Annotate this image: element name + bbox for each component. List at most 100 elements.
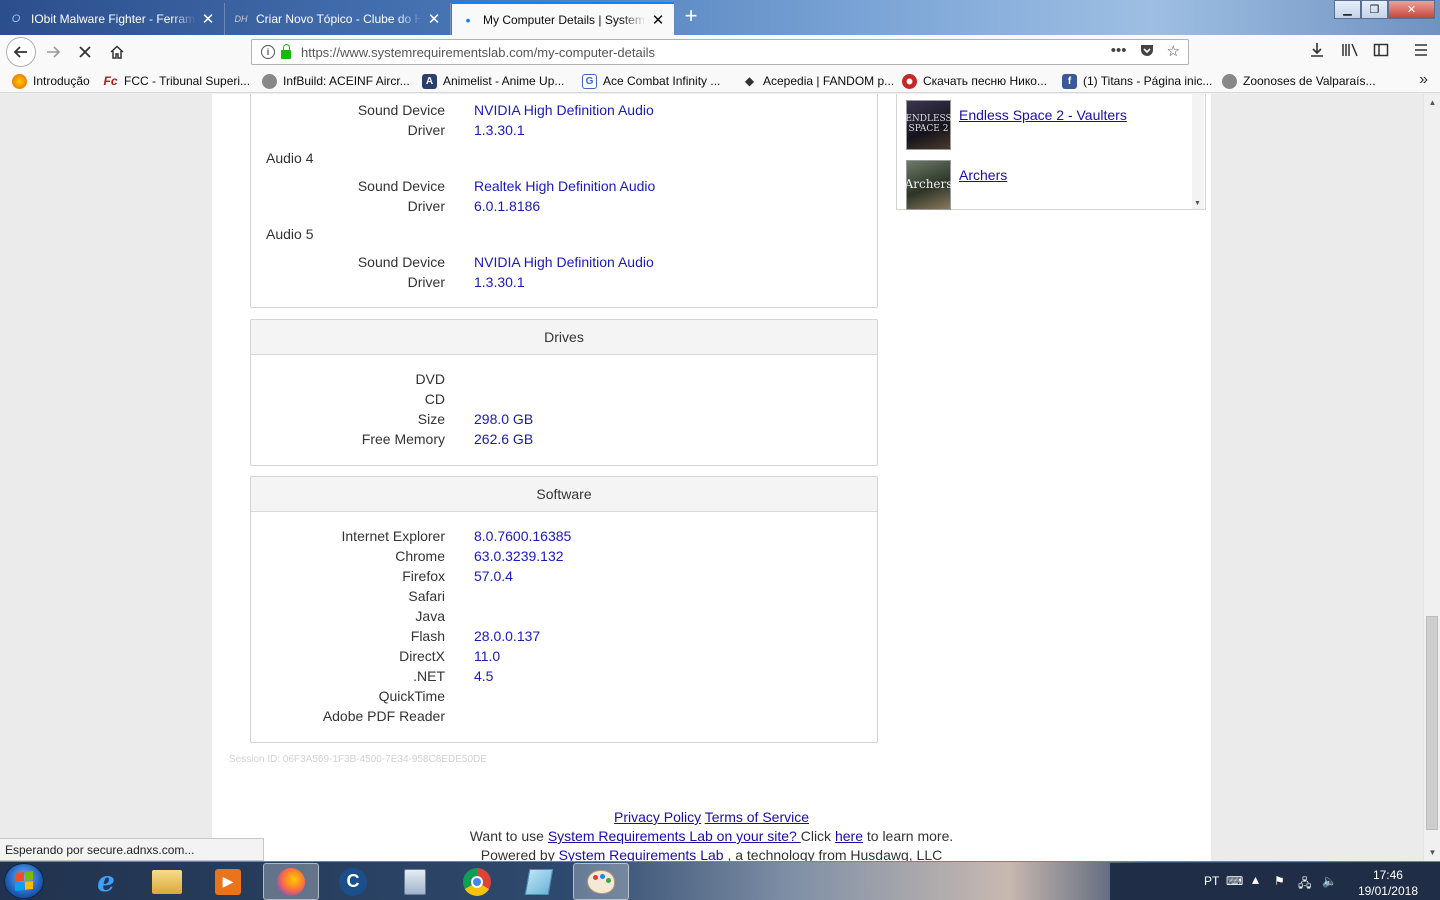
clock-time: 17:46 [1372, 868, 1403, 882]
bookmark-item[interactable]: Fc FCC - Tribunal Superi... [103, 72, 250, 90]
language-indicator[interactable]: PT [1204, 874, 1219, 888]
row-value: 8.0.7600.16385 [474, 528, 572, 544]
folder-icon [152, 869, 182, 894]
tab-label: IObit Malware Fighter - Ferramenta [31, 12, 196, 26]
page-body: Sound Device NVIDIA High Definition Audi… [212, 94, 1211, 861]
file-explorer-taskbar-button[interactable] [139, 863, 195, 900]
status-bar: Esperando por secure.adnxs.com... [0, 838, 264, 861]
url-input[interactable] [301, 44, 1081, 60]
row-value: 298.0 GB [474, 411, 534, 427]
bookmark-item[interactable]: f (1) Titans - Página inic... [1062, 72, 1212, 90]
chrome-taskbar-button[interactable] [449, 863, 505, 900]
volume-icon[interactable]: 🔈 [1322, 874, 1337, 888]
paint-taskbar-button[interactable] [573, 863, 629, 900]
bookmark-star-icon[interactable]: ☆ [1167, 42, 1180, 62]
srl-home-link[interactable]: System Requirements Lab [559, 847, 724, 861]
page-actions-icon[interactable]: ••• [1111, 42, 1127, 62]
notes-taskbar-button[interactable] [511, 863, 567, 900]
info-icon[interactable]: i [261, 45, 275, 59]
tab-system-requirements[interactable]: • My Computer Details | System Requireme… [452, 2, 674, 35]
info-row: Flash 28.0.0.137 [251, 628, 879, 648]
content-viewport: Sound Device NVIDIA High Definition Audi… [0, 94, 1423, 861]
thumbnail-text: ENDLESS SPACE 2 [905, 114, 952, 134]
scroll-up-icon[interactable]: ▲ [1424, 94, 1440, 111]
related-games-list: ENDLESS SPACE 2 Endless Space 2 - Vaulte… [896, 94, 1206, 210]
lock-icon[interactable] [281, 43, 291, 59]
new-tab-button[interactable]: + [678, 4, 704, 30]
pocket-icon[interactable] [1139, 42, 1155, 62]
ccleaner-taskbar-button[interactable]: C [325, 863, 381, 900]
tab-clube-hardware[interactable]: DH Criar Novo Tópico - Clube do Hardware… [225, 3, 451, 35]
network-icon[interactable]: 🖧 [1298, 874, 1311, 895]
menu-icon[interactable] [1413, 42, 1429, 63]
bookmark-item[interactable]: InfBuild: ACEINF Aircr... [262, 72, 410, 90]
stop-button[interactable] [71, 38, 99, 66]
software-card: Software Internet Explorer 8.0.7600.1638… [250, 476, 878, 743]
action-center-icon[interactable]: ⚑ [1274, 874, 1285, 888]
scrollbar-thumb[interactable] [1426, 616, 1438, 830]
info-row: Driver 1.3.30.1 [251, 122, 879, 142]
internet-explorer-taskbar-button[interactable]: e [78, 863, 134, 900]
minimize-button[interactable]: ▁ [1334, 0, 1361, 19]
close-icon[interactable]: ✕ [426, 10, 442, 28]
bookmarks-overflow-icon[interactable]: » [1419, 71, 1428, 89]
privacy-policy-link[interactable]: Privacy Policy [614, 809, 701, 825]
game-link[interactable]: Archers [959, 167, 1007, 210]
info-row: Adobe PDF Reader [251, 708, 879, 728]
library-icon[interactable] [1341, 42, 1359, 63]
learn-more-link[interactable]: here [835, 828, 863, 844]
tray-expand-icon[interactable]: ▴ [1252, 871, 1259, 888]
game-list-item[interactable]: ENDLESS SPACE 2 Endless Space 2 - Vaulte… [905, 100, 1127, 150]
tab-iobit[interactable]: O IObit Malware Fighter - Ferramenta ✕ [0, 3, 225, 35]
game-link[interactable]: Endless Space 2 - Vaulters [959, 107, 1127, 150]
row-value: 4.5 [474, 668, 494, 684]
srl-on-your-site-link[interactable]: System Requirements Lab on your site? [548, 828, 801, 844]
game-thumbnail[interactable]: Archers [904, 160, 953, 210]
clock[interactable]: 17:46 19/01/2018 [1358, 867, 1418, 899]
bookmark-item[interactable]: Introdução [12, 72, 90, 90]
browser-titlebar: O IObit Malware Fighter - Ferramenta ✕ D… [0, 0, 1440, 35]
back-button[interactable] [6, 37, 36, 67]
start-button[interactable] [4, 863, 44, 899]
keyboard-icon[interactable]: ⌨ [1226, 874, 1243, 888]
page-scrollbar[interactable]: ▲ ▼ [1423, 94, 1440, 861]
row-key: Driver [407, 122, 445, 138]
calculator-taskbar-button[interactable] [387, 863, 443, 900]
row-key: Safari [408, 588, 445, 604]
forward-arrow-icon [47, 46, 61, 58]
scroll-down-icon[interactable]: ▼ [1194, 200, 1201, 207]
footer-links: Privacy Policy Terms of Service [212, 809, 1211, 825]
list-scrollbar[interactable]: ▼ [1192, 94, 1204, 209]
bookmark-item[interactable]: ◆ Acepedia | FANDOM p... [742, 72, 894, 90]
bookmark-item[interactable]: A Animelist - Anime Up... [422, 72, 564, 90]
maximize-button[interactable]: ❐ [1361, 0, 1388, 19]
tab-label: Criar Novo Tópico - Clube do Hardware [256, 12, 422, 26]
info-row: Free Memory 262.6 GB [251, 431, 879, 451]
audio-group-title: Audio 4 [266, 150, 314, 166]
game-list-item[interactable]: Archers Archers [904, 160, 1007, 210]
close-icon[interactable]: ✕ [650, 11, 666, 29]
close-icon[interactable]: ✕ [200, 10, 216, 28]
window-controls: ▁ ❐ ✕ [1334, 0, 1435, 20]
scroll-down-icon[interactable]: ▼ [1424, 844, 1440, 861]
bookmark-item[interactable]: Скачать песню Нико... [902, 72, 1047, 90]
address-bar[interactable]: i ••• ☆ [251, 39, 1189, 65]
bookmark-item[interactable]: G Ace Combat Infinity ... [582, 72, 720, 90]
info-row: Internet Explorer 8.0.7600.16385 [251, 528, 879, 548]
media-player-taskbar-button[interactable]: ▶ [200, 863, 256, 900]
forward-button[interactable] [39, 38, 67, 66]
bookmark-item[interactable]: Zoonoses de Valparaís... [1222, 72, 1376, 90]
firefox-taskbar-button[interactable] [263, 863, 319, 900]
game-thumbnail[interactable]: ENDLESS SPACE 2 [905, 100, 952, 150]
home-button[interactable] [103, 38, 131, 66]
fcc-icon: Fc [103, 74, 118, 88]
stop-icon [79, 46, 91, 58]
downloads-icon[interactable] [1309, 42, 1325, 63]
row-value: 1.3.30.1 [474, 274, 525, 290]
row-key: Flash [410, 628, 445, 644]
row-value: 11.0 [474, 648, 501, 664]
terms-of-service-link[interactable]: Terms of Service [705, 809, 809, 825]
sidebar-icon[interactable] [1373, 42, 1389, 63]
window-close-button[interactable]: ✕ [1388, 0, 1435, 19]
thumbnail-text: Archers [904, 177, 953, 192]
